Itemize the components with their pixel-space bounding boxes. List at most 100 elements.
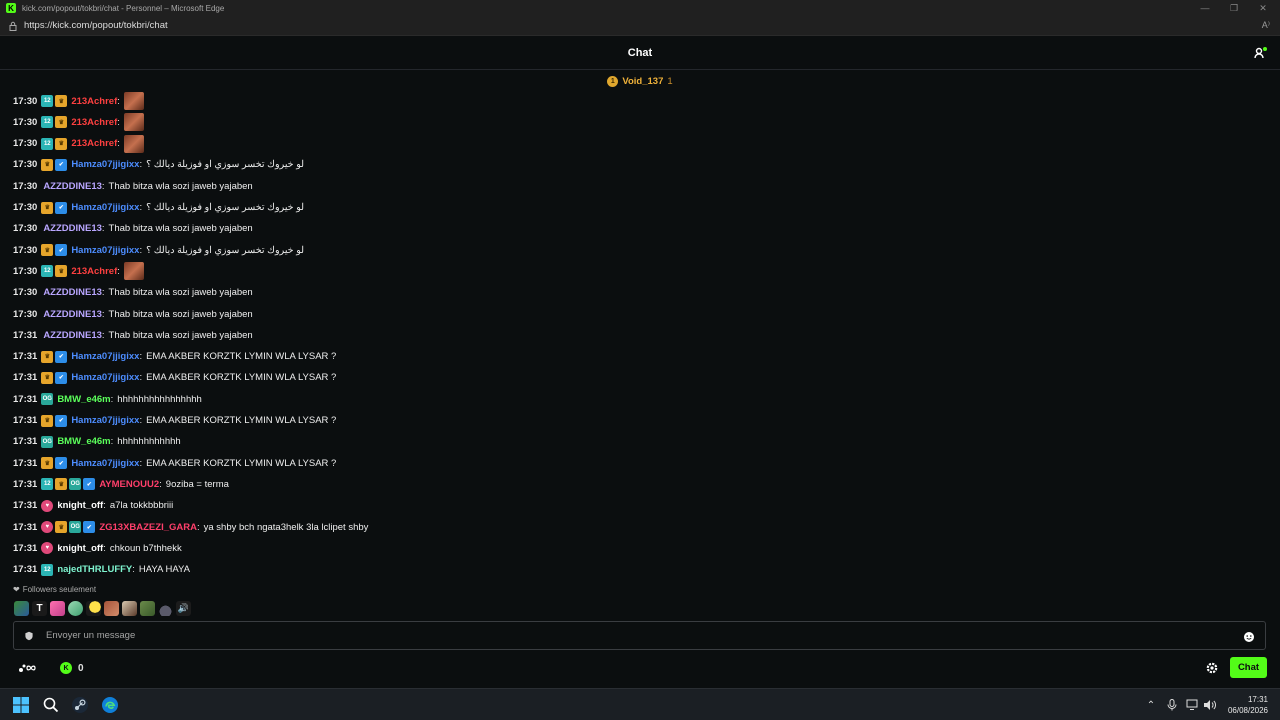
verified-badge-icon[interactable]: ✔ [55,457,68,470]
chat-message[interactable]: 17:30 AZZDDINE13: Thab bitza wla sozi jawe… [13,219,253,239]
network-icon[interactable] [1186,698,1200,712]
emote-speaker[interactable]: 🔊 [176,600,191,616]
chat-message[interactable]: 17:31 OG BMW_e46m: hhhhhhhhhhhh [13,432,181,452]
verified-badge-icon[interactable]: ✔ [83,521,96,533]
subscriber-badge-icon[interactable]: 12 [41,95,54,107]
top-gifter-bar[interactable]: 1 Void_137 1 [0,71,1280,91]
crown-badge-icon[interactable]: ♛ [55,521,68,533]
emote-monkey[interactable] [122,600,137,616]
verified-badge-icon[interactable]: ✔ [55,371,68,384]
verified-badge-icon[interactable]: ✔ [55,158,68,171]
crown-badge-icon[interactable]: ♛ [41,201,54,214]
verified-badge-icon[interactable]: ✔ [55,244,68,257]
og-badge-icon[interactable]: OG [41,435,54,448]
crown-badge-icon[interactable]: ♛ [41,350,54,363]
edge-browser-icon[interactable] [101,696,119,714]
verified-badge-icon[interactable]: ✔ [55,350,68,363]
message-username[interactable]: Hamza07jjigixx [71,351,139,362]
top-gifter-name[interactable]: Void_137 [622,76,663,87]
chat-message[interactable]: 17:30 12 ♛ 213Achref: [13,261,144,281]
steam-icon[interactable] [71,696,89,714]
chat-message[interactable]: 17:30 AZZDDINE13: Thab bitza wla sozi jawe… [13,283,253,303]
verified-badge-icon[interactable]: ✔ [55,414,68,427]
crown-badge-icon[interactable]: ♛ [41,158,54,171]
gifter-badge-icon[interactable]: ♥ [41,542,54,555]
gear-icon[interactable] [1205,661,1219,675]
chat-message[interactable]: 17:30 12 ♛ 213Achref: [13,112,144,132]
message-username[interactable]: AZZDDINE13 [43,181,102,192]
chat-message[interactable]: 17:30 ♛ ✔ Hamza07jjigixx: لو خيروك تخسر سوزي… [13,240,304,260]
crown-badge-icon[interactable]: ♛ [41,457,54,470]
message-username[interactable]: AZZDDINE13 [43,309,102,320]
chat-message[interactable]: 17:30 AZZDDINE13: Thab bitza wla sozi jawe… [13,176,253,196]
message-username[interactable]: 213Achref [71,138,117,149]
address-bar[interactable]: https://kick.com/popout/tokbri/chat A⁾ [0,16,1280,36]
chat-message[interactable]: 17:31 ♛ ✔ Hamza07jjigixx: EMA AKBER KORZTK L… [13,411,336,431]
chevron-up-icon[interactable]: ⌃ [1144,698,1158,712]
crown-badge-icon[interactable]: ♛ [55,265,68,278]
subscriber-badge-icon[interactable]: 12 [41,137,54,150]
read-aloud-icon[interactable]: A⁾ [1262,20,1270,31]
emote-pink[interactable] [50,600,65,616]
message-input[interactable] [46,630,1243,641]
chat-messages[interactable]: 17:30 12 ♛ 213Achref:17:30 12 ♛ 213Achref:17:3… [0,91,1280,577]
gifter-badge-icon[interactable]: ♥ [41,499,54,512]
message-username[interactable]: AZZDDINE13 [43,287,102,298]
chat-message[interactable]: 17:30 ♛ ✔ Hamza07jjigixx: لو خيروك تخسر سوزي… [13,198,304,218]
message-emote[interactable] [123,92,144,110]
verified-badge-icon[interactable]: ✔ [83,478,96,491]
chat-message[interactable]: 17:31 12 ♛ OG ✔ AYMENOUU2:9oziba = terma [13,474,229,494]
og-badge-icon[interactable]: OG [69,478,82,491]
message-emote[interactable] [123,262,144,281]
message-username[interactable]: BMW_e46m [57,394,110,405]
volume-icon[interactable] [1203,698,1217,712]
message-username[interactable]: Hamza07jjigixx [71,159,139,170]
chat-message[interactable]: 17:30 ♛ ✔ Hamza07jjigixx: لو خيروك تخسر سوزي… [13,155,304,175]
gifter-badge-icon[interactable]: ♥ [41,521,54,533]
channel-points-infinite[interactable] [18,662,44,674]
verified-badge-icon[interactable]: ✔ [55,201,68,214]
emote-frog[interactable] [14,600,29,616]
microphone-icon[interactable] [1165,698,1179,712]
message-username[interactable]: knight_off [57,543,103,554]
emoji-icon[interactable] [1243,630,1255,642]
message-emote[interactable] [123,113,144,132]
message-username[interactable]: Hamza07jjigixx [71,458,139,469]
message-username[interactable]: ZG13XBAZEZI_GARA [99,522,197,533]
chat-message[interactable]: 17:31 ♛ ✔ Hamza07jjigixx: EMA AKBER KORZTK L… [13,347,336,367]
crown-badge-icon[interactable]: ♛ [41,414,54,427]
chat-message[interactable]: 17:30 AZZDDINE13: Thab bitza wla sozi jawe… [13,304,253,324]
emote-orb[interactable] [68,600,83,616]
url-text[interactable]: https://kick.com/popout/tokbri/chat [24,20,168,31]
subscriber-badge-icon[interactable]: 12 [41,116,54,129]
message-username[interactable]: BMW_e46m [57,436,110,447]
message-username[interactable]: Hamza07jjigixx [71,372,139,383]
message-username[interactable]: najedTHRLUFFY [57,564,132,575]
crown-badge-icon[interactable]: ♛ [55,137,68,150]
message-username[interactable]: AZZDDINE13 [43,330,102,341]
chat-message[interactable]: 17:31 ♛ ✔ Hamza07jjigixx: EMA AKBER KORZTK L… [13,453,336,473]
windows-start-icon[interactable] [12,696,30,714]
chat-message[interactable]: 17:31 ♛ ✔ Hamza07jjigixx: EMA AKBER KORZTK L… [13,368,336,388]
lock-icon[interactable] [8,21,18,31]
crown-badge-icon[interactable]: ♛ [41,244,54,257]
shield-icon[interactable] [24,631,34,641]
emote-face[interactable] [104,600,119,616]
users-icon[interactable] [1254,46,1268,60]
message-input-box[interactable] [13,621,1266,650]
message-username[interactable]: Hamza07jjigixx [71,415,139,426]
emote-sleep[interactable] [158,600,173,616]
message-username[interactable]: 213Achref [71,96,117,107]
chat-message[interactable]: 17:30 12 ♛ 213Achref: [13,91,144,111]
crown-badge-icon[interactable]: ♛ [55,116,68,129]
og-badge-icon[interactable]: OG [41,393,54,406]
chat-message[interactable]: 17:31 ♥ ♛ OG ✔ ZG13XBAZEZI_GARA: ya shby bch n… [13,517,368,537]
subscriber-badge-icon[interactable]: 12 [41,265,54,278]
chat-message[interactable]: 17:31 ♥ knight_off: chkoun b7thhekk [13,538,182,558]
chat-message[interactable]: 17:31 OG BMW_e46m: hhhhhhhhhhhhhhhh [13,389,202,409]
chat-message[interactable]: 17:30 12 ♛ 213Achref: [13,134,144,154]
message-emote[interactable] [123,134,144,153]
system-clock[interactable]: 17:31 06/08/2026 [1228,694,1268,716]
close-button[interactable]: ✕ [1246,0,1280,16]
crown-badge-icon[interactable]: ♛ [55,478,68,491]
